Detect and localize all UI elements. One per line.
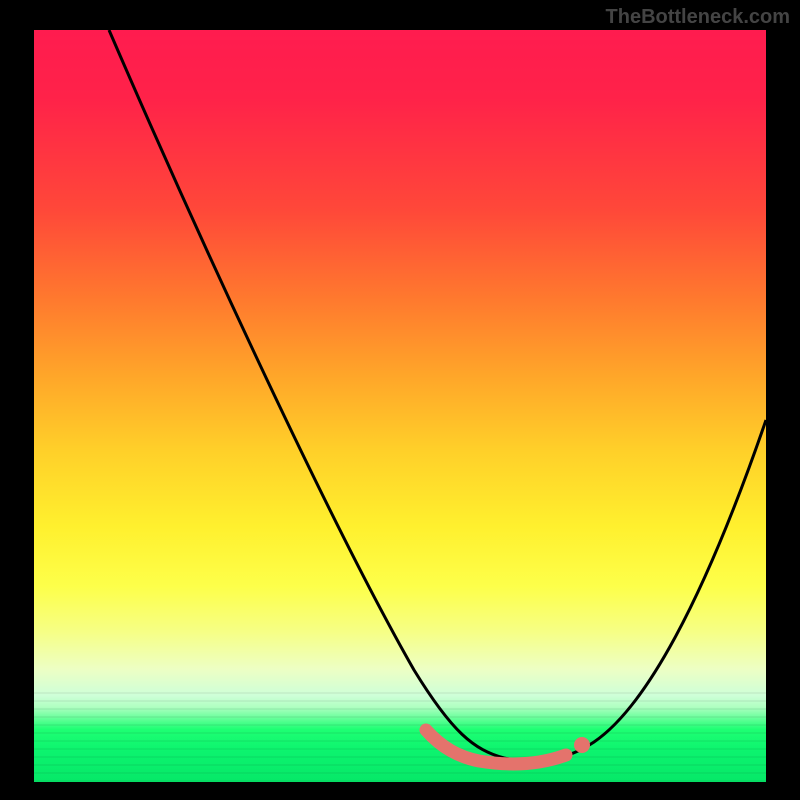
attribution-text: TheBottleneck.com: [606, 6, 790, 29]
bottleneck-curve: [109, 30, 766, 761]
chart-stage: TheBottleneck.com: [0, 0, 800, 800]
optimal-band: [426, 730, 590, 764]
curve-layer: [34, 30, 766, 782]
